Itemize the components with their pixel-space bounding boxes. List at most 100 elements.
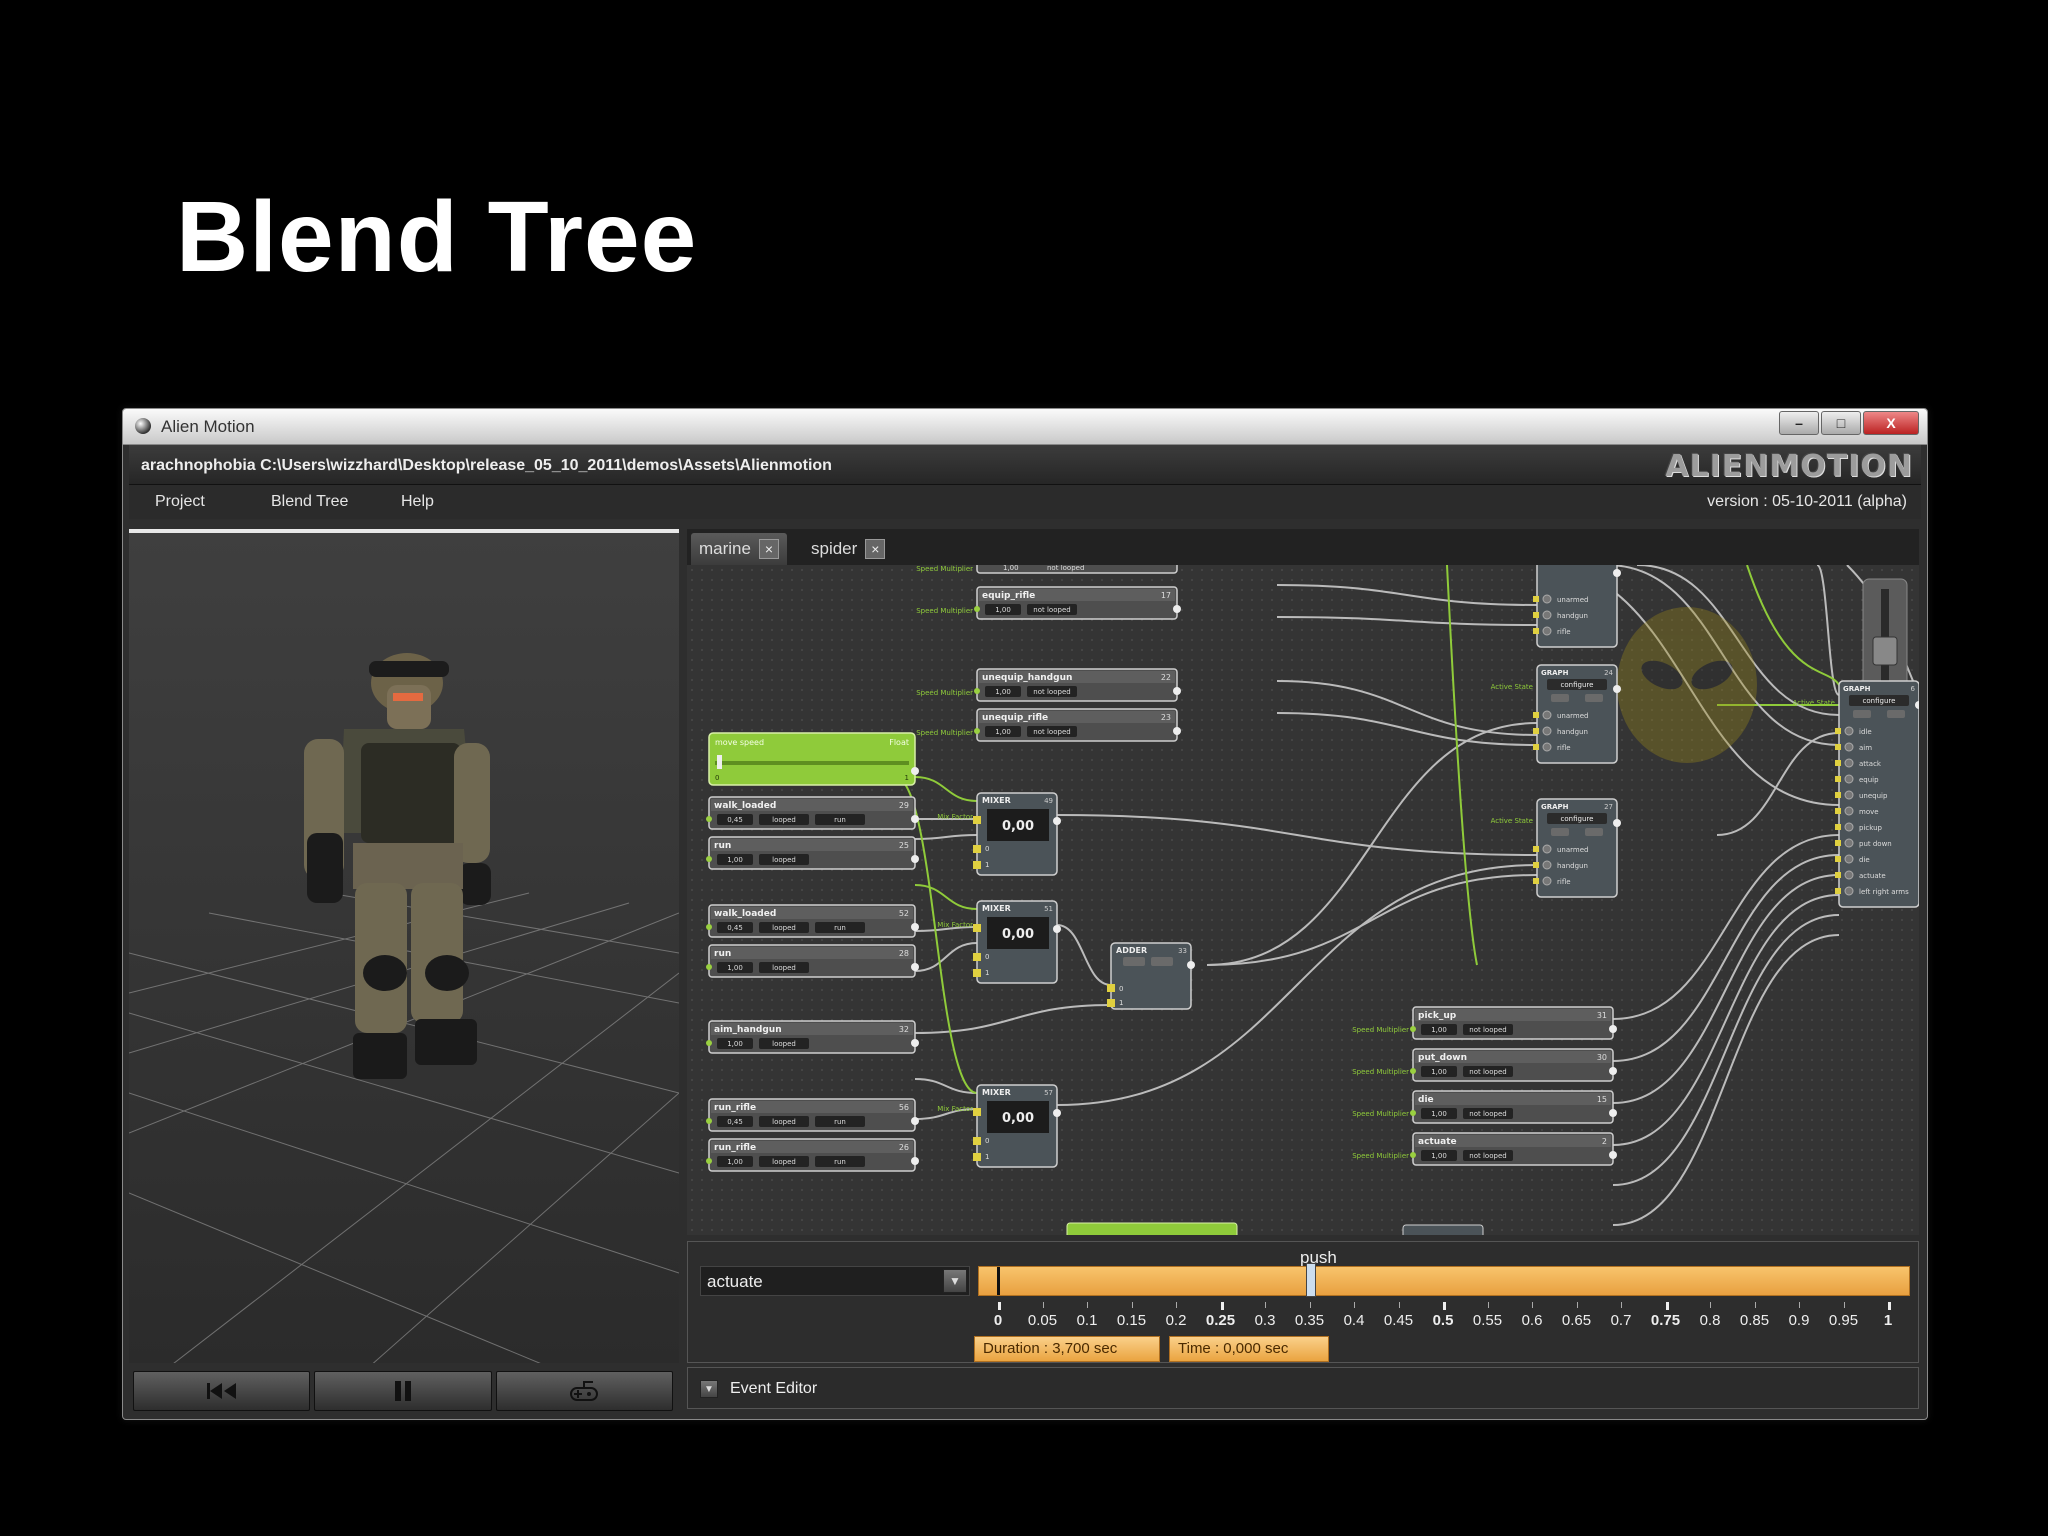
connection-wire: [1716, 732, 1840, 836]
input-port: [973, 969, 981, 977]
3d-viewport[interactable]: [129, 529, 679, 1363]
parameter-node-move-speed[interactable]: move speed Float 0 1: [708, 732, 919, 786]
clip-dropdown[interactable]: actuate ▼: [700, 1266, 970, 1296]
clip-node-unequip-rifle[interactable]: unequip_rifle 23 1,00 not looped: [974, 708, 1181, 742]
graph-id: 6: [1911, 685, 1916, 693]
graph-slot: idle: [1859, 728, 1872, 736]
tick-mark: [1309, 1302, 1311, 1308]
controller-button[interactable]: [495, 1371, 673, 1411]
timeline-track[interactable]: [978, 1263, 1910, 1297]
tick-label: 0.85: [1739, 1312, 1770, 1329]
app-window: Alien Motion – □ X arachnophobia C:\User…: [122, 408, 1928, 1420]
mixer-node[interactable]: MIXER 57 0,00 0 1: [973, 1084, 1061, 1168]
clip-node-pick-up[interactable]: pick_up 31 1,00 not looped: [1410, 1006, 1617, 1040]
pause-button[interactable]: [314, 1371, 492, 1411]
input-port: [973, 816, 981, 824]
clip-node-walk-loaded[interactable]: walk_loaded 29 0,45 looped run: [706, 796, 919, 830]
maximize-button[interactable]: □: [1821, 411, 1861, 435]
tick-label: 0.95: [1828, 1312, 1859, 1329]
event-editor-label: Event Editor: [730, 1380, 818, 1397]
gamepad-icon: [570, 1381, 599, 1401]
output-port: [1053, 817, 1061, 825]
tab-close-icon[interactable]: ×: [865, 539, 886, 559]
title-bar[interactable]: Alien Motion – □ X: [123, 409, 1927, 445]
graph-node-main[interactable]: GRAPH 6 configure idle aim attack equip unequip…: [1835, 680, 1919, 908]
input-port: [1533, 846, 1539, 852]
clip-node-equip-rifle[interactable]: equip_rifle 17 1,00 not looped: [974, 586, 1181, 620]
blend-tree-graph[interactable]: 1,00 not looped Speed Multiplier equip_rifl…: [687, 565, 1919, 1235]
graph-node-24[interactable]: GRAPH 24 configure unarmed handgun rifle: [1533, 664, 1621, 764]
clip-speed: 1,00: [995, 606, 1011, 614]
svg-text:0: 0: [985, 1137, 989, 1145]
minimize-button[interactable]: –: [1779, 411, 1819, 435]
tick-mark: [1621, 1302, 1622, 1308]
clip-node-put-down[interactable]: put_down 30 1,00 not looped: [1410, 1048, 1617, 1082]
output-port: [911, 815, 919, 823]
node-partial[interactable]: [1402, 1224, 1484, 1235]
menu-blend-tree[interactable]: Blend Tree: [271, 493, 348, 511]
mixer-title: MIXER: [982, 796, 1011, 805]
clip-node-walk-loaded[interactable]: walk_loaded 52 0,45 looped run: [706, 904, 919, 938]
clip-id: 31: [1597, 1011, 1607, 1020]
timeline-cursor[interactable]: [1305, 1263, 1316, 1297]
close-button[interactable]: X: [1863, 411, 1919, 435]
time-box: Time : 0,000 sec: [1169, 1336, 1329, 1362]
clip-extra: run: [834, 1158, 846, 1166]
pause-icon: [394, 1381, 411, 1401]
tick-mark: [1532, 1302, 1533, 1308]
mixer-node[interactable]: MIXER 51 0,00 0 1: [973, 900, 1061, 984]
graph-node-27[interactable]: GRAPH 27 configure unarmed handgun rifle: [1533, 798, 1621, 898]
input-port: [973, 1108, 981, 1116]
tick-label: 0.2: [1165, 1312, 1187, 1329]
clip-speed: 0,45: [727, 1118, 743, 1126]
menu-project[interactable]: Project: [155, 493, 205, 511]
mixer-node[interactable]: MIXER 49 0,00 0 1: [973, 792, 1061, 876]
clip-speed: 1,00: [995, 688, 1011, 696]
clip-name: put_down: [1418, 1053, 1467, 1063]
tick-mark: [1888, 1302, 1891, 1310]
graph-slot: rifle: [1557, 878, 1571, 886]
graph-slot: put down: [1859, 840, 1892, 848]
clip-id: 52: [899, 909, 909, 918]
event-editor-bar[interactable]: ▼ Event Editor: [687, 1367, 1919, 1409]
svg-text:0: 0: [985, 953, 989, 961]
input-port: [973, 953, 981, 961]
character-preview: [129, 653, 679, 1363]
graph-slot: unequip: [1859, 792, 1888, 800]
clip-node[interactable]: 1,00 not looped: [976, 565, 1178, 574]
clip-id: 17: [1161, 591, 1171, 600]
input-port: [1410, 1110, 1416, 1116]
adder-node[interactable]: ADDER 33 0 1: [1107, 942, 1195, 1010]
input-port: [974, 606, 980, 612]
graph-id: 27: [1604, 803, 1613, 811]
clip-node-run[interactable]: run 25 1,00 looped: [706, 836, 919, 870]
soldier-figure: [304, 653, 491, 1079]
input-port: [706, 1118, 712, 1124]
output-port: [1173, 687, 1181, 695]
tab-close-icon[interactable]: ×: [758, 539, 779, 559]
tab-marine[interactable]: marine ×: [691, 533, 787, 565]
output-port: [911, 963, 919, 971]
expand-arrow-icon[interactable]: ▼: [700, 1380, 718, 1398]
clip-loop: not looped: [1033, 688, 1070, 696]
clip-extra: run: [834, 1118, 846, 1126]
input-port: [1533, 596, 1539, 602]
menu-help[interactable]: Help: [401, 493, 434, 511]
clip-node-die[interactable]: die 15 1,00 not looped: [1410, 1090, 1617, 1124]
clip-node-unequip-handgun[interactable]: unequip_handgun 22 1,00 not looped: [974, 668, 1181, 702]
input-port: [1835, 760, 1841, 766]
clip-node-aim-handgun[interactable]: aim_handgun 32 1,00 looped: [706, 1020, 919, 1054]
clip-node-run-rifle[interactable]: run_rifle 56 0,45 looped run: [706, 1098, 919, 1132]
clip-node-run[interactable]: run 28 1,00 looped: [706, 944, 919, 978]
clip-node-actuate[interactable]: actuate 2 1,00 not looped: [1410, 1132, 1617, 1166]
graph-node-top[interactable]: unarmed handgun rifle: [1533, 565, 1621, 648]
clip-speed: 0,45: [727, 924, 743, 932]
rewind-button[interactable]: [133, 1371, 311, 1411]
port-label: Speed Multiplier: [916, 689, 973, 697]
chevron-down-icon[interactable]: ▼: [943, 1269, 967, 1293]
tab-spider[interactable]: spider ×: [803, 533, 893, 565]
clip-node-run-rifle[interactable]: run_rifle 26 1,00 looped run: [706, 1138, 919, 1172]
input-port: [1533, 878, 1539, 884]
parameter-node-partial[interactable]: [1066, 1222, 1238, 1235]
input-port: [1835, 776, 1841, 782]
